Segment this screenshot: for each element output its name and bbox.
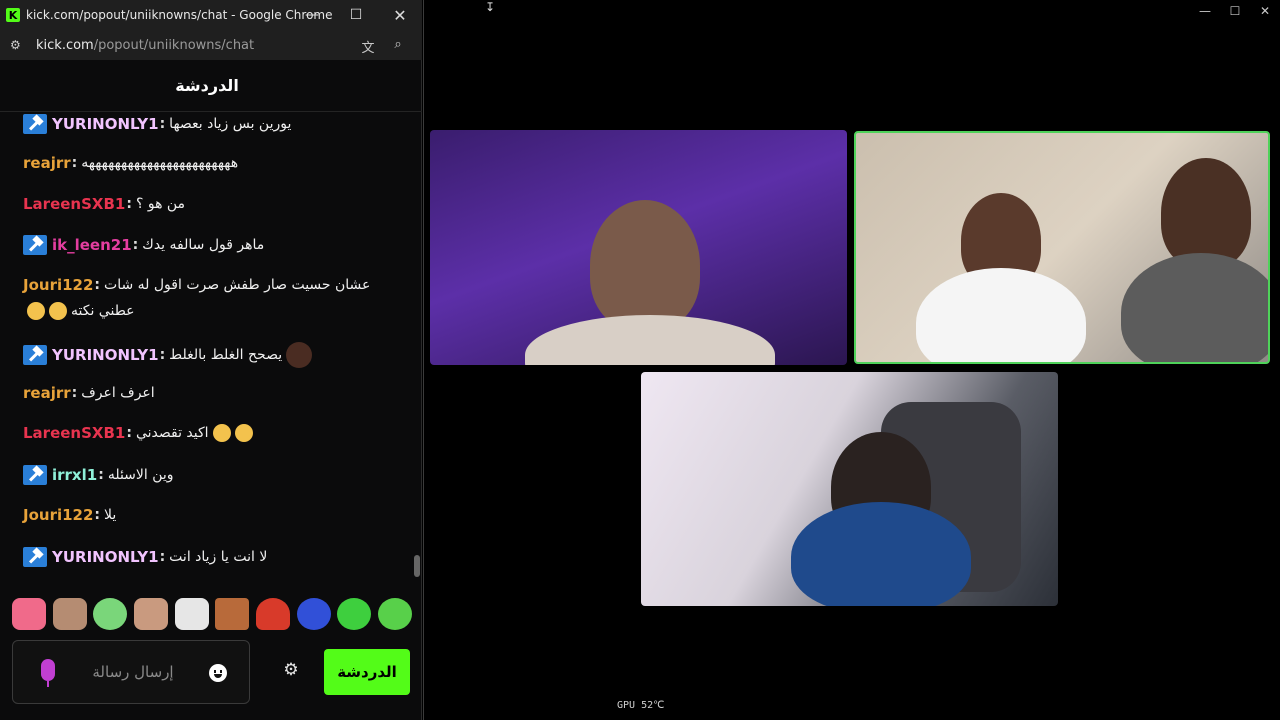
bot-emote-icon[interactable] [296,598,331,630]
old-man-emote-icon[interactable] [52,598,87,630]
username[interactable]: Jouri122 [23,506,93,524]
minimize-icon[interactable]: — [1190,0,1220,22]
message-text: عطني نكته [71,303,135,319]
message-text: يصحح الغلط بالغلط [169,347,283,363]
chat-message: YURINONLY1: يصحح الغلط بالغلط [23,342,313,368]
face-emote-icon[interactable] [133,598,168,630]
chat-message: irrxl1: وين الاسئله [23,465,174,485]
address-bar[interactable]: ⚙ kick.com/popout/uniiknowns/chat [0,30,422,60]
chat-message: YURINONLY1: يورين بس زياد بعصها [23,114,291,134]
chat-message: Jouri122: عشان حسيت صار طفش صرت اقول له … [23,276,371,294]
window-title-bar[interactable]: K kick.com/popout/uniiknowns/chat - Goog… [0,0,422,30]
message-text: اكيد تقصدني [135,425,209,441]
username[interactable]: ik_leen21 [52,236,132,254]
username[interactable]: irrxl1 [52,466,97,484]
quick-emote-bar [12,596,412,632]
chat-title: الدردشة [175,76,239,95]
video-tile-participant-2-active[interactable] [854,131,1270,364]
message-text: يورين بس زياد بعصها [169,116,292,132]
kick-logo-icon: K [6,8,20,22]
face-emote-icon [286,342,313,368]
chat-message-list[interactable]: YURINONLY1: يورين بس زياد بعصها reajrr: … [0,112,414,582]
hug-emoji-icon [212,424,231,442]
close-icon[interactable]: ✕ [1250,0,1280,22]
close-icon[interactable]: ✕ [378,0,422,30]
chat-settings-gear-icon[interactable]: ⚙ [282,661,300,679]
screen: K kick.com/popout/uniiknowns/chat - Goog… [0,0,1280,720]
url-host: kick.com [36,37,94,53]
minimize-icon[interactable]: — [290,0,334,30]
message-text: يلا [104,507,117,523]
window-controls: — ☐ ✕ [1190,0,1280,22]
username[interactable]: YURINONLY1 [52,346,159,364]
zoom-icon[interactable]: ⌕ [390,37,406,53]
send-chat-button[interactable]: الدردشة [324,649,410,695]
chat-scrollbar[interactable] [414,555,420,577]
translate-icon[interactable]: 文 [360,37,376,56]
video-tile-participant-1[interactable] [430,130,847,365]
username[interactable]: YURINONLY1 [52,115,159,133]
participant-hoodie [791,502,971,606]
angel-emote-icon[interactable] [377,598,412,630]
grimace-emoji-icon [49,302,67,320]
username[interactable]: Jouri122 [23,276,93,294]
message-text: عشان حسيت صار طفش صرت اقول له شات [104,277,371,293]
chat-message: Jouri122: يلا [23,506,117,524]
message-text: لا انت يا زياد انت [169,549,268,565]
chat-message: YURINONLY1: لا انت يا زياد انت [23,547,267,567]
participant-figure [590,200,700,330]
emoji-picker-icon[interactable] [209,664,227,682]
mouse-cursor-icon: ↧ [485,0,496,14]
hug-emoji-icon [234,424,253,442]
window-title: kick.com/popout/uniiknowns/chat - Google… [26,8,333,22]
moderator-badge-icon [23,235,47,255]
username[interactable]: LareenSXB1 [23,424,125,442]
participant-shirt [916,268,1086,362]
chat-message: LareenSXB1: من هو ؟ [23,195,186,213]
username[interactable]: LareenSXB1 [23,195,125,213]
participant-figure [1161,158,1251,268]
message-text: اعرف اعرف [81,385,155,401]
grimace-emoji-icon [27,302,45,320]
chat-message: LareenSXB1: اكيد تقصدني [23,424,253,442]
gpu-temperature-readout: GPU 52℃ [617,700,665,711]
green-smile-emote-icon[interactable] [337,598,372,630]
moderator-badge-icon [23,114,47,134]
url-path: /popout/uniiknowns/chat [93,37,255,53]
message-input[interactable] [73,661,193,683]
participant-shirt [525,315,775,365]
username[interactable]: reajrr [23,384,71,402]
sunglasses-emote-icon[interactable] [174,598,209,630]
maximize-icon[interactable]: ☐ [1220,0,1250,22]
maximize-icon[interactable]: ☐ [334,0,378,30]
microphone-stand [47,681,49,687]
message-text: من هو ؟ [135,196,186,212]
chat-message-continued: عطني نكته [23,302,135,320]
video-tile-participant-3[interactable] [641,372,1058,606]
mushroom-emote-icon[interactable] [255,598,290,630]
message-text: هههههههههههههههههههههههه [81,155,239,171]
site-settings-icon[interactable]: ⚙ [10,38,24,52]
clown-emote-icon[interactable] [93,598,128,630]
chat-message: reajrr: اعرف اعرف [23,384,155,402]
angry-emote-icon[interactable] [215,598,250,630]
chat-message: ik_leen21: ماهر قول سالفه يدك [23,235,264,255]
chat-message: reajrr: هههههههههههههههههههههههه [23,154,239,172]
participant-shirt [1121,253,1268,362]
username[interactable]: reajrr [23,154,71,172]
pink-blob-emote-icon[interactable] [12,598,46,630]
message-text: وين الاسئله [107,467,174,483]
microphone-icon[interactable] [41,659,55,681]
chat-header: الدردشة [0,60,422,112]
username[interactable]: YURINONLY1 [52,548,159,566]
moderator-badge-icon [23,345,47,365]
message-text: ماهر قول سالفه يدك [142,237,265,253]
url-text[interactable]: kick.com/popout/uniiknowns/chat [36,38,254,53]
moderator-badge-icon [23,465,47,485]
chat-popout-window: K kick.com/popout/uniiknowns/chat - Goog… [0,0,422,720]
moderator-badge-icon [23,547,47,567]
message-input-box[interactable] [12,640,250,704]
